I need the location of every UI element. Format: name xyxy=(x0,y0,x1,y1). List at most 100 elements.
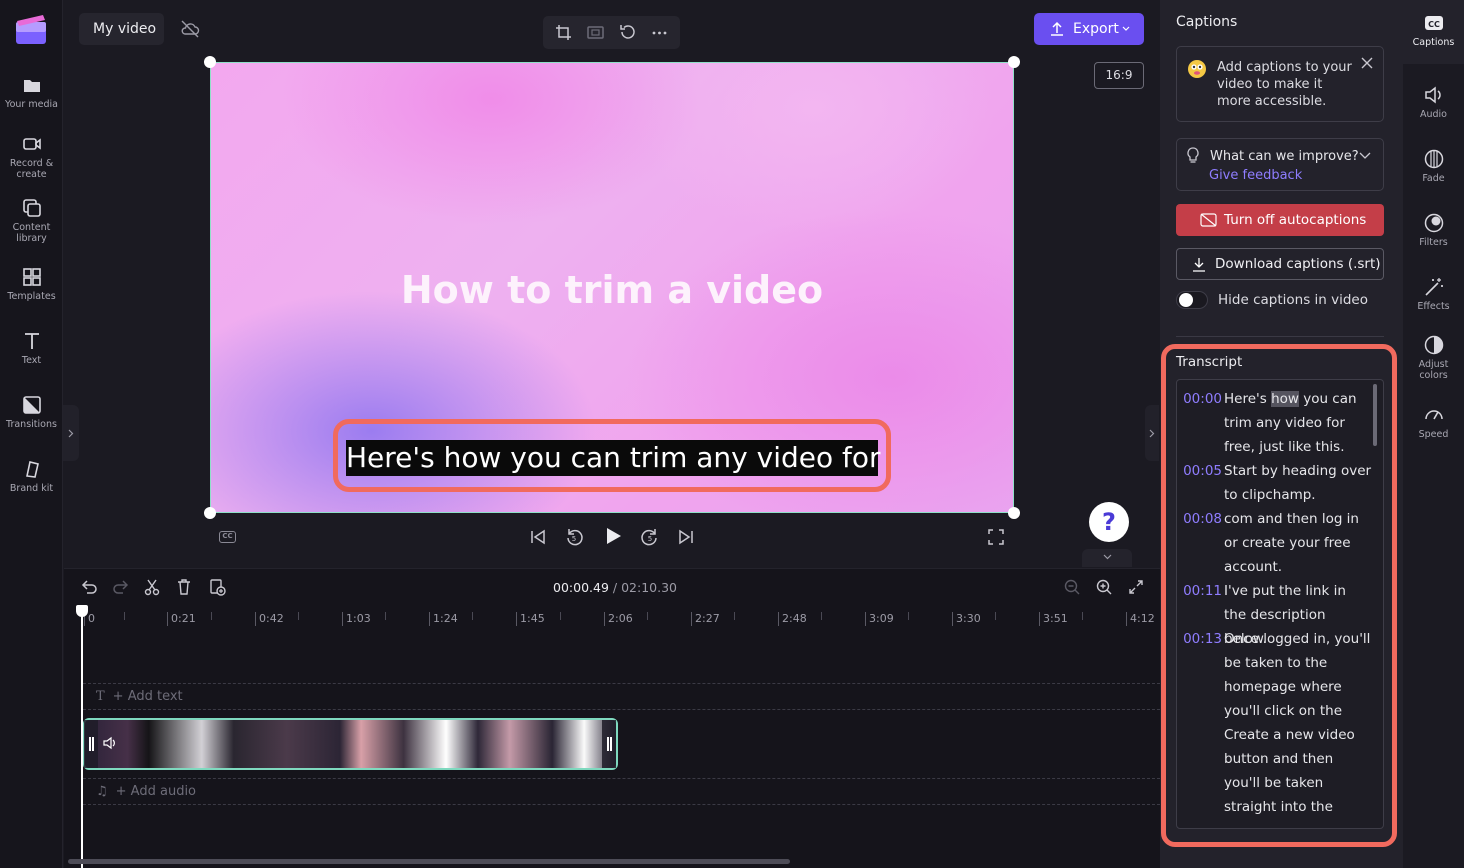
undo-icon[interactable] xyxy=(80,578,98,596)
nav-your-media[interactable]: Your media xyxy=(0,74,63,110)
delete-icon[interactable] xyxy=(175,578,193,596)
nav-record-create[interactable]: Record & create xyxy=(0,133,63,180)
download-icon xyxy=(1193,258,1205,272)
split-icon[interactable] xyxy=(143,578,161,596)
chevron-down-icon[interactable] xyxy=(1359,152,1371,160)
handle-grip xyxy=(610,737,612,751)
rail-label: Speed xyxy=(1418,429,1449,440)
chevron-right-icon xyxy=(1149,429,1155,438)
fullscreen-icon[interactable] xyxy=(985,526,1007,548)
close-icon[interactable] xyxy=(1360,56,1374,70)
rail-adjust-colors[interactable]: Adjust colors xyxy=(1403,334,1464,381)
playhead[interactable] xyxy=(81,608,83,868)
rail-label: Adjust colors xyxy=(1418,359,1449,381)
playhead-handle[interactable] xyxy=(76,605,88,617)
resize-handle-top-left[interactable] xyxy=(204,56,216,68)
captions-icon: CC xyxy=(1424,16,1443,30)
nav-label: Text xyxy=(21,355,42,366)
autocaptions-label: Turn off autocaptions xyxy=(1224,212,1367,228)
rail-speed[interactable]: Speed xyxy=(1403,404,1464,440)
video-clip[interactable] xyxy=(83,718,618,770)
rail-fade[interactable]: Fade xyxy=(1403,148,1464,184)
nav-content-library[interactable]: Content library xyxy=(0,197,63,244)
rail-captions[interactable]: CC Captions xyxy=(1403,12,1464,48)
ruler-tick: 3:30 xyxy=(952,612,981,626)
rotate-icon[interactable] xyxy=(618,23,637,42)
hide-captions-label: Hide captions in video xyxy=(1218,292,1368,308)
export-button[interactable]: Export xyxy=(1034,13,1144,45)
redo-icon[interactable] xyxy=(112,578,130,596)
turn-off-autocaptions-button[interactable]: Turn off autocaptions xyxy=(1176,204,1384,236)
toggle-knob xyxy=(1179,293,1193,307)
nav-label: Transitions xyxy=(6,419,57,430)
nav-label: Brand kit xyxy=(9,483,54,494)
ruler-tick: 2:48 xyxy=(778,612,807,626)
add-media-icon[interactable] xyxy=(208,578,226,596)
rail-label: Audio xyxy=(1419,109,1447,120)
expand-left-panel-button[interactable] xyxy=(63,405,79,461)
clipchamp-logo-icon[interactable] xyxy=(14,12,48,46)
resize-handle-bottom-right[interactable] xyxy=(1008,507,1020,519)
nav-transitions[interactable]: Transitions xyxy=(0,394,63,430)
resize-handle-top-right[interactable] xyxy=(1008,56,1020,68)
rail-effects[interactable]: Effects xyxy=(1403,276,1464,312)
add-audio-button[interactable]: ♫ + Add audio xyxy=(96,784,196,799)
add-text-button[interactable]: T + Add text xyxy=(96,689,183,704)
nav-label: Record & create xyxy=(9,158,54,180)
ruler-minor-tick xyxy=(1082,612,1083,620)
ruler-tick: 2:27 xyxy=(691,612,720,626)
fit-timeline-icon[interactable] xyxy=(1127,578,1145,596)
volume-icon[interactable] xyxy=(102,736,118,750)
resize-handle-bottom-left[interactable] xyxy=(204,507,216,519)
forward-5-icon[interactable]: 5 xyxy=(639,526,661,548)
play-icon[interactable] xyxy=(602,525,624,547)
nav-templates[interactable]: Templates xyxy=(0,266,63,302)
rail-audio[interactable]: Audio xyxy=(1403,84,1464,120)
feedback-card[interactable] xyxy=(1176,138,1384,191)
ruler-tick: 0:21 xyxy=(167,612,196,626)
filters-icon xyxy=(1424,213,1443,233)
captions-off-icon xyxy=(1200,213,1217,227)
text-track[interactable] xyxy=(83,683,1160,710)
give-feedback-link[interactable]: Give feedback xyxy=(1209,168,1302,183)
collapse-right-panel-button[interactable] xyxy=(1145,405,1159,461)
project-title[interactable]: My video xyxy=(79,13,164,45)
preview-tools xyxy=(543,16,680,49)
aspect-ratio-button[interactable]: 16:9 xyxy=(1094,62,1144,89)
divider xyxy=(1176,336,1384,337)
zoom-in-icon[interactable] xyxy=(1095,578,1113,596)
time-readout: 00:00.49 / 02:10.30 xyxy=(553,580,677,595)
chevron-right-icon xyxy=(68,429,74,438)
rail-label: Filters xyxy=(1419,237,1448,248)
skip-back-icon[interactable] xyxy=(527,526,549,548)
camera-icon xyxy=(22,138,41,150)
svg-text:5: 5 xyxy=(572,535,576,543)
svg-text:CC: CC xyxy=(1428,20,1440,29)
crop-icon[interactable] xyxy=(554,23,573,42)
nav-text[interactable]: Text xyxy=(0,330,63,366)
nav-brand-kit[interactable]: Brand kit xyxy=(0,458,63,494)
captions-toggle-icon[interactable]: CC xyxy=(219,531,236,543)
timeline-horizontal-scrollbar[interactable] xyxy=(68,859,790,864)
clip-trim-handle-right[interactable] xyxy=(602,720,616,768)
ruler-tick: 1:24 xyxy=(429,612,458,626)
audio-track[interactable] xyxy=(83,778,1160,805)
cloud-off-icon[interactable] xyxy=(180,20,200,38)
zoom-out-icon[interactable] xyxy=(1063,578,1081,596)
clip-trim-handle-left[interactable] xyxy=(84,720,98,768)
add-audio-label: + Add audio xyxy=(115,784,197,799)
more-options-icon[interactable] xyxy=(650,23,669,42)
text-icon xyxy=(24,333,39,349)
help-button[interactable]: ? xyxy=(1089,502,1129,542)
skip-forward-icon[interactable] xyxy=(675,526,697,548)
feedback-question: What can we improve? xyxy=(1210,149,1359,164)
fit-icon[interactable] xyxy=(586,23,605,42)
download-captions-button[interactable]: Download captions (.srt) xyxy=(1176,248,1384,280)
left-sidebar xyxy=(0,0,63,868)
rewind-5-icon[interactable]: 5 xyxy=(563,526,585,548)
brand-kit-icon xyxy=(25,461,39,478)
transitions-icon xyxy=(22,396,41,414)
nav-label: Your media xyxy=(5,99,58,110)
collapse-preview-button[interactable] xyxy=(1082,549,1132,567)
rail-filters[interactable]: Filters xyxy=(1403,212,1464,248)
